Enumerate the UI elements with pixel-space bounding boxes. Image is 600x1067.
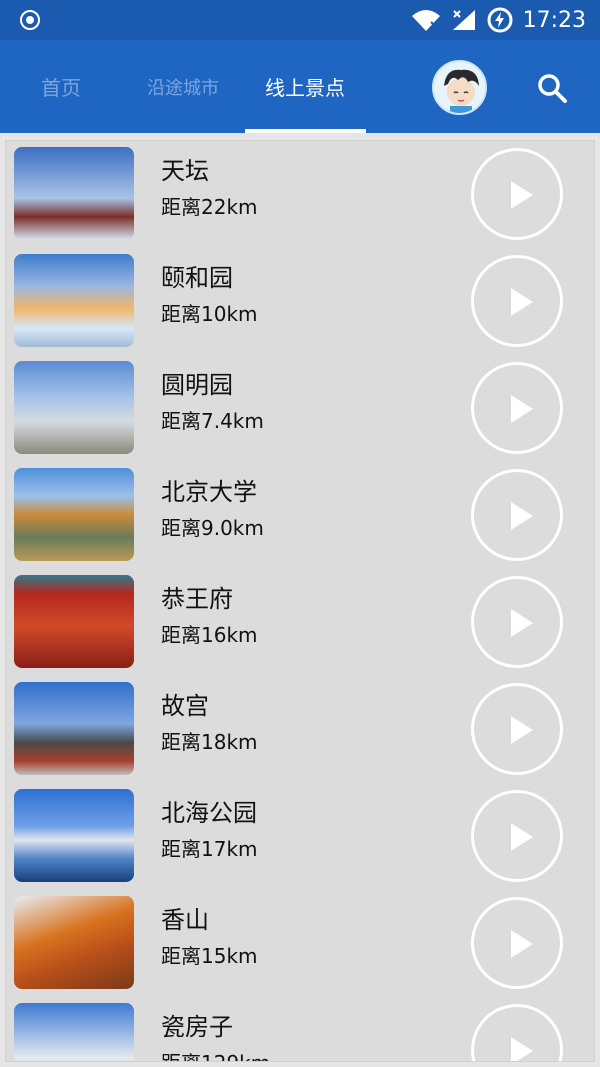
attraction-distance: 距离9.0km: [161, 516, 264, 540]
attraction-distance: 距离16km: [161, 623, 258, 647]
list-item[interactable]: 香山 距离15km: [6, 890, 594, 997]
attraction-name: 北京大学: [161, 478, 257, 506]
attraction-thumbnail[interactable]: [14, 896, 134, 989]
clock: 17:23: [522, 7, 586, 33]
status-bar: 17:23: [0, 0, 600, 40]
attraction-thumbnail[interactable]: [14, 361, 134, 454]
list-item[interactable]: 北海公园 距离17km: [6, 783, 594, 890]
search-button[interactable]: [530, 66, 574, 110]
attraction-name: 天坛: [161, 157, 209, 185]
app-bar: 首页 沿途城市 线上景点: [0, 40, 600, 133]
play-button[interactable]: [471, 469, 563, 561]
attraction-thumbnail[interactable]: [14, 468, 134, 561]
list-item[interactable]: 恭王府 距离16km: [6, 569, 594, 676]
wifi-icon: [411, 10, 440, 31]
play-button[interactable]: [471, 255, 563, 347]
attraction-distance: 距离129km: [161, 1047, 270, 1061]
attraction-distance: 距离7.4km: [161, 409, 264, 433]
play-button[interactable]: [471, 897, 563, 989]
play-button[interactable]: [471, 1004, 563, 1061]
play-button[interactable]: [471, 790, 563, 882]
list-item[interactable]: 故宫 距离18km: [6, 676, 594, 783]
attraction-thumbnail[interactable]: [14, 254, 134, 347]
tab-indicator: [245, 129, 366, 133]
play-button[interactable]: [471, 683, 563, 775]
attraction-distance: 距离22km: [161, 195, 258, 219]
attraction-distance: 距离17km: [161, 837, 258, 861]
attraction-name: 北海公园: [161, 799, 257, 827]
play-button[interactable]: [471, 362, 563, 454]
attraction-name: 故宫: [161, 692, 209, 720]
location-dot-icon: [20, 10, 40, 30]
tab-cities-along-route[interactable]: 沿途城市: [122, 40, 244, 133]
attraction-distance: 距离10km: [161, 302, 258, 326]
attraction-thumbnail[interactable]: [14, 575, 134, 668]
play-button[interactable]: [471, 576, 563, 668]
signal-icon: [452, 10, 475, 30]
attraction-thumbnail[interactable]: [14, 789, 134, 882]
play-button[interactable]: [471, 148, 563, 240]
tab-online-attractions[interactable]: 线上景点: [244, 40, 366, 133]
user-avatar-icon[interactable]: [432, 60, 487, 115]
attraction-list[interactable]: 天坛 距离22km 颐和园 距离10km 圆明园 距离7.4km 北京大学 距离…: [5, 140, 595, 1062]
list-item[interactable]: 瓷房子 距离129km: [6, 997, 594, 1061]
attraction-distance: 距离15km: [161, 944, 258, 968]
status-right: 17:23: [411, 0, 586, 40]
tab-home[interactable]: 首页: [0, 40, 122, 133]
list-item[interactable]: 圆明园 距离7.4km: [6, 355, 594, 462]
list-item[interactable]: 颐和园 距离10km: [6, 248, 594, 355]
list-item[interactable]: 北京大学 距离9.0km: [6, 462, 594, 569]
attraction-thumbnail[interactable]: [14, 147, 134, 240]
search-icon: [538, 74, 567, 103]
attraction-thumbnail[interactable]: [14, 1003, 134, 1061]
attraction-name: 恭王府: [161, 585, 233, 613]
list-item[interactable]: 天坛 距离22km: [6, 141, 594, 248]
attraction-name: 香山: [161, 906, 209, 934]
attraction-distance: 距离18km: [161, 730, 258, 754]
attraction-thumbnail[interactable]: [14, 682, 134, 775]
battery-charging-icon: [487, 7, 513, 33]
attraction-name: 圆明园: [161, 371, 233, 399]
attraction-name: 颐和园: [161, 264, 233, 292]
attraction-name: 瓷房子: [161, 1013, 233, 1041]
